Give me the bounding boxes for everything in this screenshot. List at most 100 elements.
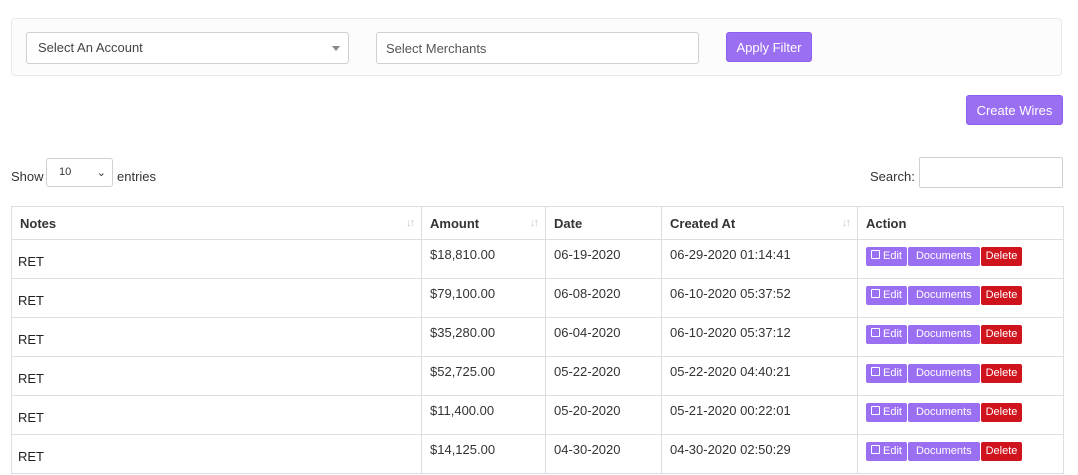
delete-button[interactable]: Delete [980,403,1023,422]
search-input[interactable] [919,157,1063,188]
edit-icon [871,445,880,454]
table-row: RET $35,280.00 06-04-2020 06-10-2020 05:37:… [11,317,1064,357]
amount-cell: $79,100.00 [421,278,546,318]
action-cell: Edit Documents Delete [857,434,1064,474]
created-at-cell: 05-21-2020 00:22:01 [661,395,858,435]
documents-button[interactable]: Documents [907,364,980,383]
documents-button[interactable]: Documents [907,325,980,344]
edit-label: Edit [883,289,902,301]
column-header-amount[interactable]: Amount ↓↑ [421,206,546,240]
table-row: RET $79,100.00 06-08-2020 06-10-2020 05:37:… [11,278,1064,318]
date-cell: 04-30-2020 [545,434,662,474]
action-cell: Edit Documents Delete [857,356,1064,396]
notes-cell: RET [11,239,422,279]
edit-label: Edit [883,445,902,457]
created-at-cell: 06-10-2020 05:37:52 [661,278,858,318]
create-wires-button[interactable]: Create Wires [966,95,1063,125]
sort-icon: ↓↑ [530,217,539,229]
edit-button[interactable]: Edit [866,286,907,305]
entries-select[interactable]: 10 ⌄ [46,158,113,187]
amount-cell: $14,125.00 [421,434,546,474]
amount-cell: $52,725.00 [421,356,546,396]
merchant-input[interactable] [376,32,699,64]
edit-icon [871,250,880,259]
created-at-cell: 04-30-2020 02:50:29 [661,434,858,474]
column-header-action: Action [857,206,1064,240]
account-select[interactable]: Select An Account [26,32,349,64]
caret-down-icon [332,46,340,51]
action-cell: Edit Documents Delete [857,239,1064,279]
entries-label: entries [117,169,157,184]
edit-button[interactable]: Edit [866,364,907,383]
table-header-row: Notes ↓↑ Amount ↓↑ Date Created At ↓↑ Ac… [11,206,1064,240]
notes-text: RET [18,371,44,386]
table-row: RET $52,725.00 05-22-2020 05-22-2020 04:40:… [11,356,1064,396]
show-label: Show [11,169,44,184]
documents-button[interactable]: Documents [907,442,980,461]
notes-text: RET [18,332,44,347]
created-at-cell: 06-10-2020 05:37:12 [661,317,858,357]
table-body: RET $18,810.00 06-19-2020 06-29-2020 01:14:… [11,239,1064,474]
column-header-label: Created At [670,215,736,231]
table-row: RET $14,125.00 04-30-2020 04-30-2020 02:50:… [11,434,1064,474]
apply-filter-button[interactable]: Apply Filter [726,32,812,62]
action-cell: Edit Documents Delete [857,278,1064,318]
notes-cell: RET [11,395,422,435]
notes-cell: RET [11,278,422,318]
entries-select-value: 10 [59,166,72,178]
notes-cell: RET [11,434,422,474]
column-header-label: Notes [20,215,57,231]
action-cell: Edit Documents Delete [857,317,1064,357]
edit-button[interactable]: Edit [866,325,907,344]
delete-button[interactable]: Delete [980,247,1023,266]
edit-label: Edit [883,328,902,340]
amount-cell: $35,280.00 [421,317,546,357]
delete-button[interactable]: Delete [980,442,1023,461]
column-header-label: Action [866,215,907,231]
edit-label: Edit [883,367,902,379]
edit-label: Edit [883,250,902,262]
date-cell: 05-22-2020 [545,356,662,396]
notes-text: RET [18,254,44,269]
table-row: RET $18,810.00 06-19-2020 06-29-2020 01:14:… [11,239,1064,279]
amount-cell: $18,810.00 [421,239,546,279]
sort-icon: ↓↑ [406,217,415,229]
documents-button[interactable]: Documents [907,247,980,266]
account-select-value: Select An Account [38,40,143,55]
notes-text: RET [18,293,44,308]
date-cell: 06-08-2020 [545,278,662,318]
created-at-cell: 05-22-2020 04:40:21 [661,356,858,396]
edit-icon [871,289,880,298]
action-cell: Edit Documents Delete [857,395,1064,435]
chevron-down-icon: ⌄ [96,167,106,179]
column-header-label: Amount [430,215,480,231]
created-at-cell: 06-29-2020 01:14:41 [661,239,858,279]
edit-icon [871,367,880,376]
documents-button[interactable]: Documents [907,403,980,422]
notes-cell: RET [11,356,422,396]
column-header-created-at[interactable]: Created At ↓↑ [661,206,858,240]
delete-button[interactable]: Delete [980,325,1023,344]
delete-button[interactable]: Delete [980,286,1023,305]
amount-cell: $11,400.00 [421,395,546,435]
sort-icon: ↓↑ [842,217,851,229]
edit-button[interactable]: Edit [866,442,907,461]
column-header-label: Date [554,215,583,231]
filter-panel: Select An Account Apply Filter [11,18,1062,76]
edit-button[interactable]: Edit [866,403,907,422]
notes-cell: RET [11,317,422,357]
wires-table: Notes ↓↑ Amount ↓↑ Date Created At ↓↑ Ac… [11,206,1064,474]
edit-button[interactable]: Edit [866,247,907,266]
date-cell: 06-04-2020 [545,317,662,357]
notes-text: RET [18,449,44,464]
edit-label: Edit [883,406,902,418]
search-label: Search: [870,169,915,184]
table-row: RET $11,400.00 05-20-2020 05-21-2020 00:22:… [11,395,1064,435]
documents-button[interactable]: Documents [907,286,980,305]
delete-button[interactable]: Delete [980,364,1023,383]
notes-text: RET [18,410,44,425]
column-header-notes[interactable]: Notes ↓↑ [11,206,422,240]
edit-icon [871,328,880,337]
column-header-date[interactable]: Date [545,206,662,240]
date-cell: 05-20-2020 [545,395,662,435]
